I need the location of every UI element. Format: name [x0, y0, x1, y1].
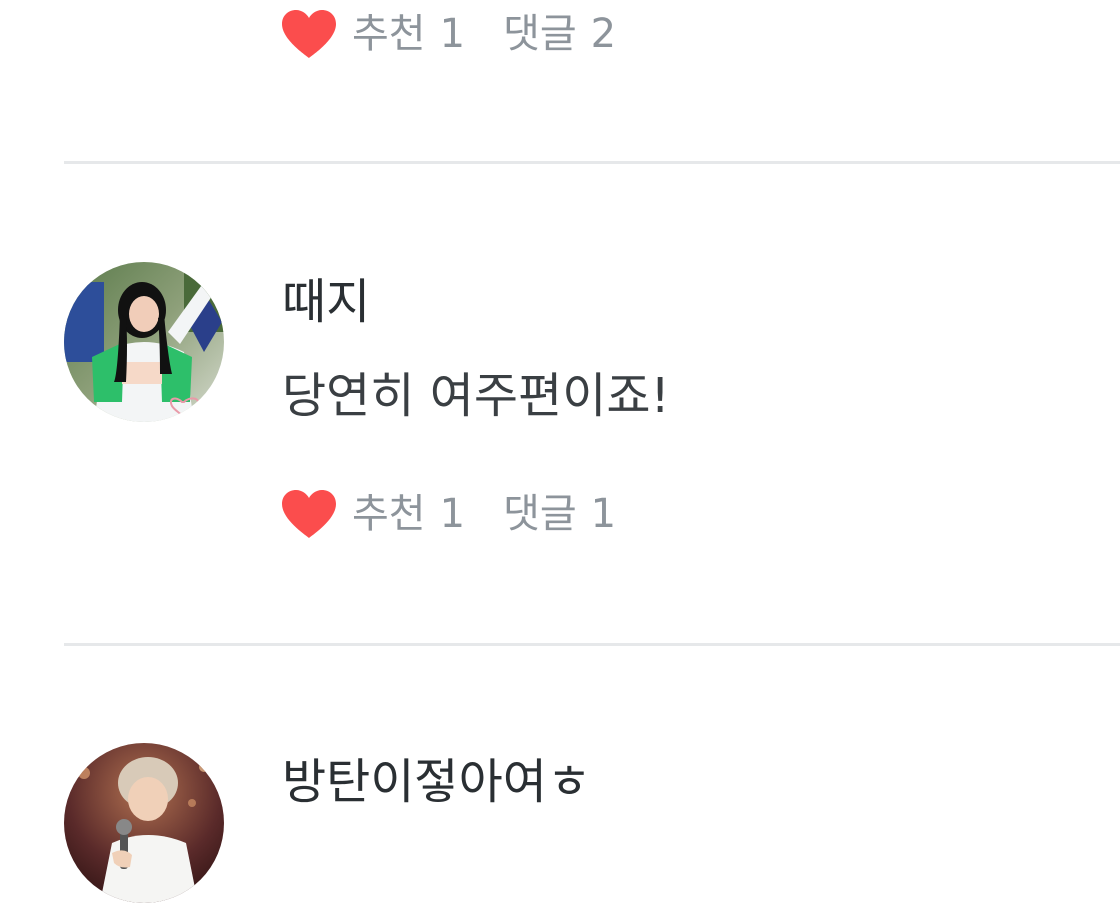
recommend-label: 추천 — [352, 491, 426, 537]
recommend-count: 1 — [439, 11, 466, 57]
reply-label: 댓글 — [503, 11, 577, 57]
comment-actions: 추천 1 댓글 2 — [280, 4, 616, 64]
comment-text: 당연히 여주편이죠! — [282, 368, 670, 424]
reply-button[interactable]: 댓글 2 — [503, 14, 616, 54]
comment-actions: 추천 1 댓글 1 — [280, 484, 616, 544]
comment-divider — [64, 643, 1120, 646]
avatar-photo — [64, 743, 224, 903]
recommend-button[interactable]: 추천 1 — [280, 488, 465, 540]
reply-count: 1 — [590, 491, 617, 537]
recommend-label: 추천 — [352, 11, 426, 57]
recommend-count: 1 — [439, 491, 466, 537]
avatar[interactable] — [64, 262, 224, 422]
heart-icon — [282, 10, 336, 58]
comment-list: 추천 1 댓글 2 때지 당연히 여주편이죠! 추천 1 댓글 1 방탄이젛아여… — [0, 0, 1120, 903]
comment-author[interactable]: 때지 — [282, 278, 370, 326]
reply-button[interactable]: 댓글 1 — [503, 494, 616, 534]
reply-label: 댓글 — [503, 491, 577, 537]
heart-icon — [282, 490, 336, 538]
avatar-photo — [64, 262, 224, 422]
recommend-button[interactable]: 추천 1 — [280, 8, 465, 60]
comment-author[interactable]: 방탄이젛아여ㅎ — [282, 758, 591, 806]
reply-count: 2 — [590, 11, 617, 57]
comment-divider — [64, 161, 1120, 164]
avatar[interactable] — [64, 743, 224, 903]
